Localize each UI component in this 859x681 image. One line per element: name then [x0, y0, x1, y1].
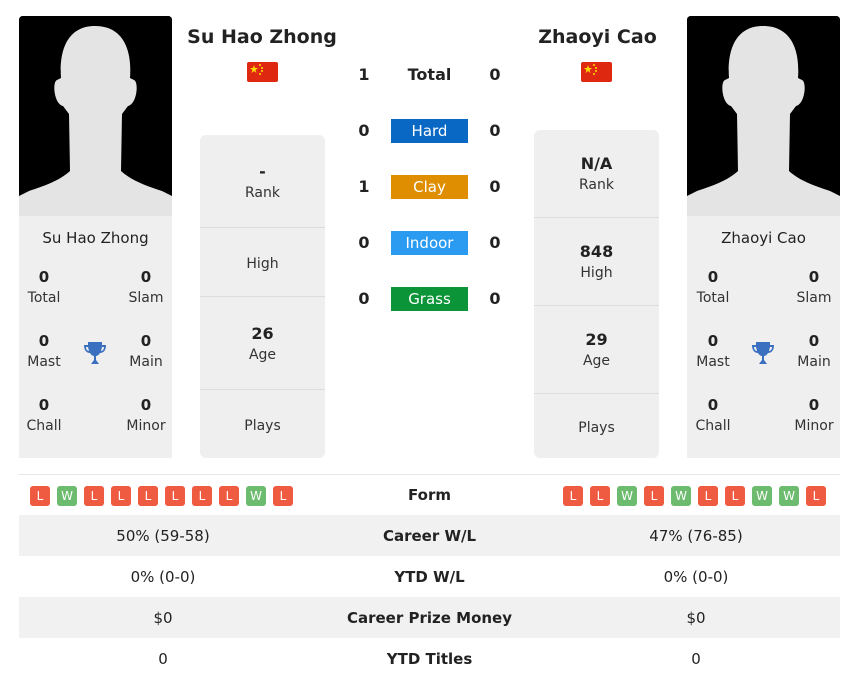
h2h-p2-count: 0	[489, 177, 501, 196]
stats-p1-value: 0	[158, 649, 168, 668]
player2-minor-titles: 0 Minor	[794, 396, 834, 434]
form-loss-badge[interactable]: L	[84, 486, 104, 506]
h2h-row-grass: 0 Grass 0	[354, 287, 504, 311]
stats-p2-value: 0% (0-0)	[663, 567, 729, 586]
stats-row: 0 YTD Titles 0	[19, 638, 840, 679]
player2-photo	[687, 16, 840, 216]
player2-total-titles: 0 Total	[696, 268, 730, 306]
player2-name-link[interactable]: Zhaoyi Cao	[510, 26, 685, 48]
player1-high: High	[200, 228, 325, 297]
player1-rank-panel: - Rank High 26 Age Plays	[200, 135, 325, 458]
player2-form: LLWLWLLWWL	[563, 485, 833, 506]
h2h-surface-label[interactable]: Hard	[391, 119, 468, 143]
form-win-badge[interactable]: W	[752, 486, 772, 506]
h2h-p1-count: 0	[358, 233, 370, 252]
player2-slam-titles: 0 Slam	[796, 268, 832, 306]
player2-rank: N/A Rank	[534, 130, 659, 218]
h2h-p1-count: 0	[358, 121, 370, 140]
stats-p2-value: 0	[691, 649, 701, 668]
form-loss-badge[interactable]: L	[698, 486, 718, 506]
form-win-badge[interactable]: W	[246, 486, 266, 506]
player1-rank: - Rank	[200, 135, 325, 228]
stats-label: YTD W/L	[394, 567, 465, 586]
form-loss-badge[interactable]: L	[273, 486, 293, 506]
form-loss-badge[interactable]: L	[219, 486, 239, 506]
h2h-surface-label[interactable]: Grass	[391, 287, 468, 311]
form-label: Form	[408, 486, 451, 504]
trophy-icon	[83, 341, 107, 371]
stats-label: YTD Titles	[386, 649, 473, 668]
stats-row: 50% (59-58) Career W/L 47% (76-85)	[19, 515, 840, 556]
player2-mast-titles: 0 Mast	[696, 332, 730, 370]
player1-main-titles: 0 Main	[129, 332, 163, 370]
h2h-row-hard: 0 Hard 0	[354, 119, 504, 143]
player1-chall-titles: 0 Chall	[26, 396, 62, 434]
china-flag-icon	[581, 62, 612, 82]
form-loss-badge[interactable]: L	[138, 486, 158, 506]
stats-p1-value: $0	[153, 608, 173, 627]
player2-chall-titles: 0 Chall	[695, 396, 731, 434]
h2h-row-total: 1 Total 0	[354, 63, 504, 87]
h2h-p2-count: 0	[489, 121, 501, 140]
china-flag-icon	[247, 62, 278, 82]
player1-mast-titles: 0 Mast	[27, 332, 61, 370]
player2-high: 848 High	[534, 218, 659, 306]
player2-rank-panel: N/A Rank 848 High 29 Age Plays	[534, 130, 659, 458]
stats-row: 0% (0-0) YTD W/L 0% (0-0)	[19, 556, 840, 597]
player1-card-name: Su Hao Zhong	[42, 229, 149, 247]
form-loss-badge[interactable]: L	[192, 486, 212, 506]
player1-card: Su Hao Zhong 0 Total 0 Slam 0 Mast 0 Main 0C…	[19, 216, 172, 458]
stats-p2-value: 47% (76-85)	[649, 526, 743, 545]
h2h-surface-label[interactable]: Clay	[391, 175, 468, 199]
form-win-badge[interactable]: W	[779, 486, 799, 506]
silhouette-icon	[19, 16, 172, 216]
player2-card-name: Zhaoyi Cao	[721, 229, 806, 247]
player1-slam-titles: 0 Slam	[128, 268, 164, 306]
h2h-surface-label: Total	[407, 65, 452, 84]
player2-plays: Plays	[578, 420, 615, 436]
player1-plays: Plays	[244, 418, 281, 434]
player1-age: 26 Age	[200, 297, 325, 390]
form-loss-badge[interactable]: L	[644, 486, 664, 506]
stats-p1-value: 50% (59-58)	[116, 526, 210, 545]
form-loss-badge[interactable]: L	[111, 486, 131, 506]
player1-total-titles: 0 Total	[27, 268, 61, 306]
form-loss-badge[interactable]: L	[563, 486, 583, 506]
stats-label: Career Prize Money	[346, 608, 512, 627]
player2-main-titles: 0 Main	[797, 332, 831, 370]
stats-label: Career W/L	[382, 526, 477, 545]
h2h-row-indoor: 0 Indoor 0	[354, 231, 504, 255]
h2h-p1-count: 1	[358, 177, 370, 196]
h2h-p2-count: 0	[489, 289, 501, 308]
h2h-p1-count: 1	[358, 65, 370, 84]
trophy-icon	[751, 341, 775, 371]
form-loss-badge[interactable]: L	[590, 486, 610, 506]
form-loss-badge[interactable]: L	[165, 486, 185, 506]
silhouette-icon	[687, 16, 840, 216]
player1-name-link[interactable]: Su Hao Zhong	[172, 26, 352, 48]
player2-card: Zhaoyi Cao 0 Total 0 Slam 0 Mast 0 Main 0 Cha…	[687, 216, 840, 458]
player1-photo	[19, 16, 172, 216]
form-loss-badge[interactable]: L	[30, 486, 50, 506]
player1-minor-titles: 0 Minor	[126, 396, 166, 434]
stats-p2-value: $0	[686, 608, 706, 627]
form-win-badge[interactable]: W	[57, 486, 77, 506]
h2h-p2-count: 0	[489, 65, 501, 84]
form-loss-badge[interactable]: L	[806, 486, 826, 506]
form-win-badge[interactable]: W	[617, 486, 637, 506]
player1-form: LWLLLLLLWL	[30, 485, 300, 506]
h2h-row-clay: 1 Clay 0	[354, 175, 504, 199]
player2-age: 29 Age	[534, 306, 659, 394]
h2h-p1-count: 0	[358, 289, 370, 308]
form-win-badge[interactable]: W	[671, 486, 691, 506]
form-row: LWLLLLLLWL Form LLWLWLLWWL	[19, 474, 840, 515]
h2h-surface-label[interactable]: Indoor	[391, 231, 468, 255]
stats-p1-value: 0% (0-0)	[130, 567, 196, 586]
h2h-p2-count: 0	[489, 233, 501, 252]
form-loss-badge[interactable]: L	[725, 486, 745, 506]
stats-row: $0 Career Prize Money $0	[19, 597, 840, 638]
